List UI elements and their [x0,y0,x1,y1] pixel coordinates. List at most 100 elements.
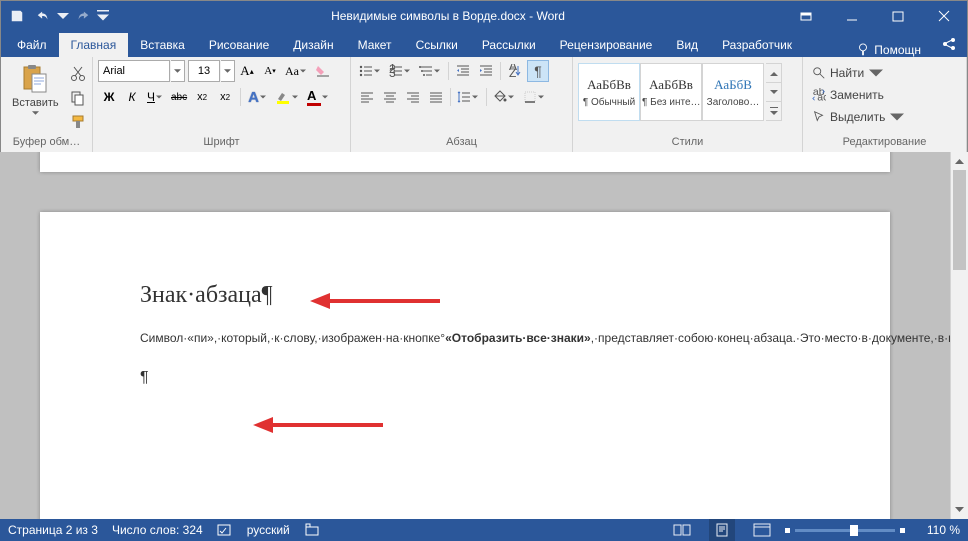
view-read-icon[interactable] [669,519,695,541]
shrink-font-button[interactable]: A▾ [259,60,281,82]
group-styles: АаБбВв¶ Обычный АаБбВв¶ Без инте… АаБбВЗ… [573,57,803,152]
tab-draw[interactable]: Рисование [197,33,281,57]
styles-more-icon[interactable] [766,102,781,120]
doc-empty-paragraph[interactable]: ¶ [140,367,790,389]
font-color-button[interactable]: A [304,86,333,108]
numbering-button[interactable]: 123 [386,60,415,82]
highlight-button[interactable] [272,86,303,108]
save-icon[interactable] [5,4,29,28]
borders-button[interactable] [520,86,549,108]
sort-button[interactable]: AZ [504,60,526,82]
ribbon: Вставить Буфер обм… Arial 13 A▴ A▾ Aa [1,57,967,153]
vertical-scrollbar[interactable] [950,152,968,519]
tab-review[interactable]: Рецензирование [548,33,665,57]
ribbon-display-icon[interactable] [783,1,829,31]
paste-button[interactable]: Вставить [6,59,65,119]
tell-me[interactable]: Помощн [846,43,931,57]
align-right-button[interactable] [402,86,424,108]
style-normal[interactable]: АаБбВв¶ Обычный [578,63,640,121]
tab-design[interactable]: Дизайн [281,33,345,57]
window-controls [783,1,967,31]
status-spellcheck-icon[interactable] [217,523,233,537]
tab-mailings[interactable]: Рассылки [470,33,548,57]
font-size-input[interactable]: 13 [188,60,220,82]
tab-layout[interactable]: Макет [346,33,404,57]
scroll-down-icon[interactable] [766,83,781,102]
styles-scrollbar[interactable] [766,63,782,121]
find-button[interactable]: Найти [808,63,902,83]
select-button[interactable]: Выделить [808,107,902,127]
redo-icon[interactable] [71,4,95,28]
qat-customize-icon[interactable] [97,4,109,28]
group-label-paragraph: Абзац [356,136,567,152]
view-web-icon[interactable] [749,519,775,541]
bullets-button[interactable] [356,60,385,82]
chevron-down-icon [32,111,39,115]
scroll-up-icon[interactable] [766,64,781,83]
text-effects-button[interactable]: A [245,86,271,108]
tab-home[interactable]: Главная [59,33,129,57]
tab-developer[interactable]: Разработчик [710,33,804,57]
minimize-icon[interactable] [829,1,875,31]
maximize-icon[interactable] [875,1,921,31]
show-marks-button[interactable]: ¶ [527,60,549,82]
cut-button[interactable] [67,63,89,85]
format-painter-button[interactable] [67,111,89,133]
strike-button[interactable]: abc [168,86,190,108]
bold-button[interactable]: Ж [98,86,120,108]
replace-button[interactable]: abacЗаменить [808,85,902,105]
group-clipboard: Вставить Буфер обм… [1,57,93,152]
status-page[interactable]: Страница 2 из 3 [8,523,98,537]
superscript-button[interactable]: x2 [214,86,236,108]
tell-me-label: Помощн [874,43,921,57]
multilevel-button[interactable] [416,60,445,82]
group-label-font: Шрифт [98,136,345,152]
font-name-input[interactable]: Arial [98,60,170,82]
shading-button[interactable] [490,86,519,108]
align-left-button[interactable] [356,86,378,108]
align-center-button[interactable] [379,86,401,108]
tab-references[interactable]: Ссылки [404,33,470,57]
scroll-thumb[interactable] [953,170,966,270]
decrease-indent-button[interactable] [452,60,474,82]
doc-paragraph[interactable]: Символ·«пи»,·который,·к·слову,·изображен… [140,327,790,349]
subscript-button[interactable]: x2 [191,86,213,108]
undo-icon[interactable] [31,4,55,28]
tab-insert[interactable]: Вставка [128,33,197,57]
page-current[interactable]: Знак·абзаца¶ Символ·«пи»,·который,·к·сло… [40,212,890,519]
group-paragraph: 123 AZ ¶ Абзац [351,57,573,152]
tab-view[interactable]: Вид [664,33,710,57]
clear-format-button[interactable] [312,60,334,82]
undo-more-icon[interactable] [57,4,69,28]
font-size-dropdown[interactable] [221,60,235,82]
font-name-dropdown[interactable] [171,60,185,82]
group-label-clipboard: Буфер обм… [6,136,87,152]
window-title: Невидимые символы в Ворде.docx - Word [113,9,783,23]
close-icon[interactable] [921,1,967,31]
copy-button[interactable] [67,87,89,109]
document-area[interactable]: Знак·абзаца¶ Символ·«пи»,·который,·к·сло… [0,152,950,519]
line-spacing-button[interactable] [454,86,483,108]
scroll-up-icon[interactable] [951,152,968,170]
share-button[interactable] [931,31,967,57]
italic-button[interactable]: К [121,86,143,108]
justify-button[interactable] [425,86,447,108]
tab-file[interactable]: Файл [5,33,59,57]
grow-font-button[interactable]: A▴ [236,60,258,82]
status-macro-icon[interactable] [304,523,320,537]
style-heading1[interactable]: АаБбВЗаголово… [702,63,764,121]
change-case-button[interactable]: Aa [282,60,311,82]
paste-label: Вставить [12,97,59,109]
status-language[interactable]: русский [247,523,290,537]
scroll-down-icon[interactable] [951,501,968,519]
page-previous [40,152,890,172]
underline-button[interactable]: Ч [144,86,167,108]
zoom-slider[interactable] [795,529,895,532]
status-words[interactable]: Число слов: 324 [112,523,203,537]
zoom-level[interactable]: 110 % [927,523,960,537]
style-no-spacing[interactable]: АаБбВв¶ Без инте… [640,63,702,121]
zoom-thumb[interactable] [850,525,858,536]
doc-heading[interactable]: Знак·абзаца¶ [140,282,790,309]
increase-indent-button[interactable] [475,60,497,82]
view-print-icon[interactable] [709,519,735,541]
